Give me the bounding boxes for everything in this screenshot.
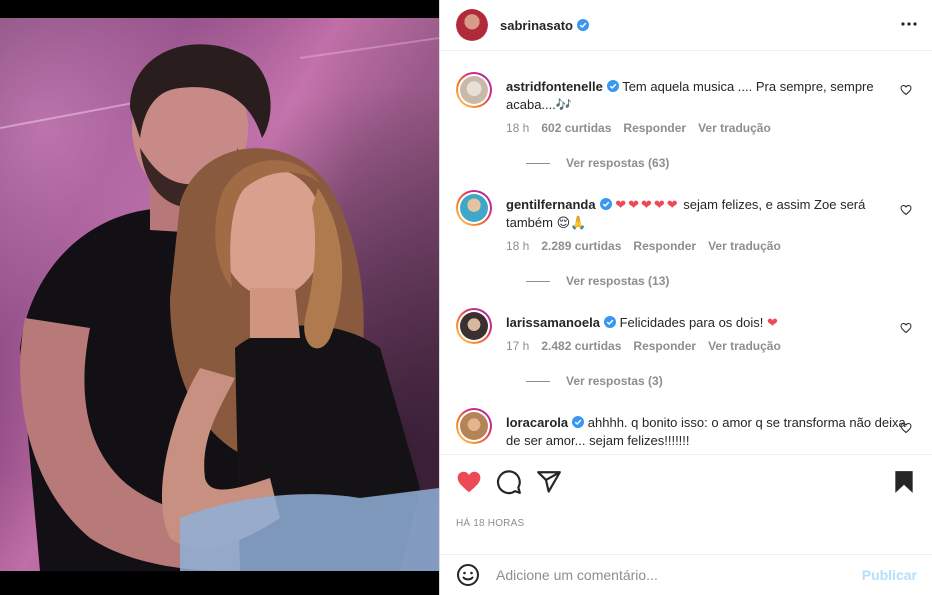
commenter-username[interactable]: loracarola [506, 415, 568, 430]
post-actions-bar [440, 454, 932, 508]
replies-divider [526, 162, 550, 164]
comment-likes[interactable]: 2.482 curtidas [541, 339, 621, 353]
replies-divider [526, 380, 550, 382]
view-replies-button[interactable]: Ver respostas (63) [526, 156, 669, 170]
comment-composer: Publicar [440, 554, 932, 595]
commenter-avatar[interactable] [456, 190, 492, 226]
share-send-icon[interactable] [536, 469, 562, 495]
author-avatar[interactable] [456, 9, 488, 41]
comment-item: gentilfernanda ❤❤❤❤❤ sejam felizes, e as… [456, 190, 926, 300]
comment-item: astridfontenelle Tem aquela musica .... … [456, 72, 926, 182]
commenter-avatar[interactable] [456, 408, 492, 444]
view-replies-label: Ver respostas (13) [566, 274, 670, 288]
reply-button[interactable]: Responder [623, 121, 686, 135]
comment-likes[interactable]: 602 curtidas [541, 121, 611, 135]
verified-badge-icon [599, 198, 612, 210]
translate-button[interactable]: Ver tradução [708, 239, 781, 253]
heart-emoji: ❤ [767, 315, 778, 330]
publish-button[interactable]: Publicar [862, 567, 917, 583]
post-header: sabrinasato [440, 0, 932, 51]
verified-badge-icon [572, 416, 585, 428]
relieved-pray-emoji: 😌🙏 [556, 215, 587, 230]
comment-body: gentilfernanda ❤❤❤❤❤ sejam felizes, e as… [506, 196, 906, 232]
view-replies-button[interactable]: Ver respostas (3) [526, 374, 663, 388]
instagram-post-view: sabrinasato astridfontenelle Tem aquela … [0, 0, 932, 595]
reply-button[interactable]: Responder [633, 239, 696, 253]
comment-like-icon[interactable] [900, 422, 912, 434]
translate-button[interactable]: Ver tradução [698, 121, 771, 135]
verified-badge-icon [606, 80, 619, 92]
author-username[interactable]: sabrinasato [500, 18, 573, 33]
post-side-panel: sabrinasato astridfontenelle Tem aquela … [439, 0, 932, 595]
comment-time: 17 h [506, 339, 530, 353]
commenter-username[interactable]: gentilfernanda [506, 197, 596, 212]
couple-illustration [0, 37, 439, 571]
comment-body: loracarola ahhhh. q bonito isso: o amor … [506, 414, 906, 450]
comment-input[interactable] [496, 567, 856, 583]
view-replies-label: Ver respostas (3) [566, 374, 663, 388]
emoji-smile-icon[interactable] [456, 563, 480, 587]
commenter-avatar[interactable] [456, 72, 492, 108]
save-bookmark-icon[interactable] [891, 469, 917, 495]
comment-likes[interactable]: 2.289 curtidas [541, 239, 621, 253]
comment-meta: 18 h 2.289 curtidas Responder Ver traduç… [506, 239, 781, 253]
comment-like-icon[interactable] [900, 204, 912, 216]
like-heart-icon[interactable] [456, 469, 482, 495]
comment-time: 18 h [506, 121, 530, 135]
comment-time: 18 h [506, 239, 530, 253]
verified-badge-icon [603, 316, 616, 328]
commenter-username[interactable]: larissamanoela [506, 315, 600, 330]
comment-body: larissamanoela Felicidades para os dois!… [506, 314, 906, 332]
view-replies-label: Ver respostas (63) [566, 156, 670, 170]
comments-list[interactable]: astridfontenelle Tem aquela musica .... … [440, 52, 932, 454]
comment-meta: 17 h 2.482 curtidas Responder Ver traduç… [506, 339, 781, 353]
comment-text: Felicidades para os dois! [619, 315, 764, 330]
photo-canvas [0, 18, 439, 571]
replies-divider [526, 280, 550, 282]
commenter-username[interactable]: astridfontenelle [506, 79, 603, 94]
comment-meta: 18 h 602 curtidas Responder Ver tradução [506, 121, 771, 135]
translate-button[interactable]: Ver tradução [708, 339, 781, 353]
reply-button[interactable]: Responder [633, 339, 696, 353]
more-options-icon[interactable] [897, 12, 921, 36]
post-timestamp: HÁ 18 HORAS [456, 518, 525, 529]
view-replies-button[interactable]: Ver respostas (13) [526, 274, 669, 288]
comment-bubble-icon[interactable] [496, 469, 522, 495]
comment-like-icon[interactable] [900, 322, 912, 334]
verified-badge-icon [576, 19, 589, 31]
music-notes-emoji: 🎶 [555, 97, 573, 112]
comment-body: astridfontenelle Tem aquela musica .... … [506, 78, 906, 114]
hearts-emoji: ❤❤❤❤❤ [615, 197, 680, 212]
commenter-avatar[interactable] [456, 308, 492, 344]
comment-item: larissamanoela Felicidades para os dois!… [456, 308, 926, 400]
comment-like-icon[interactable] [900, 84, 912, 96]
post-photo[interactable] [0, 0, 439, 595]
comment-item: loracarola ahhhh. q bonito isso: o amor … [456, 408, 926, 454]
